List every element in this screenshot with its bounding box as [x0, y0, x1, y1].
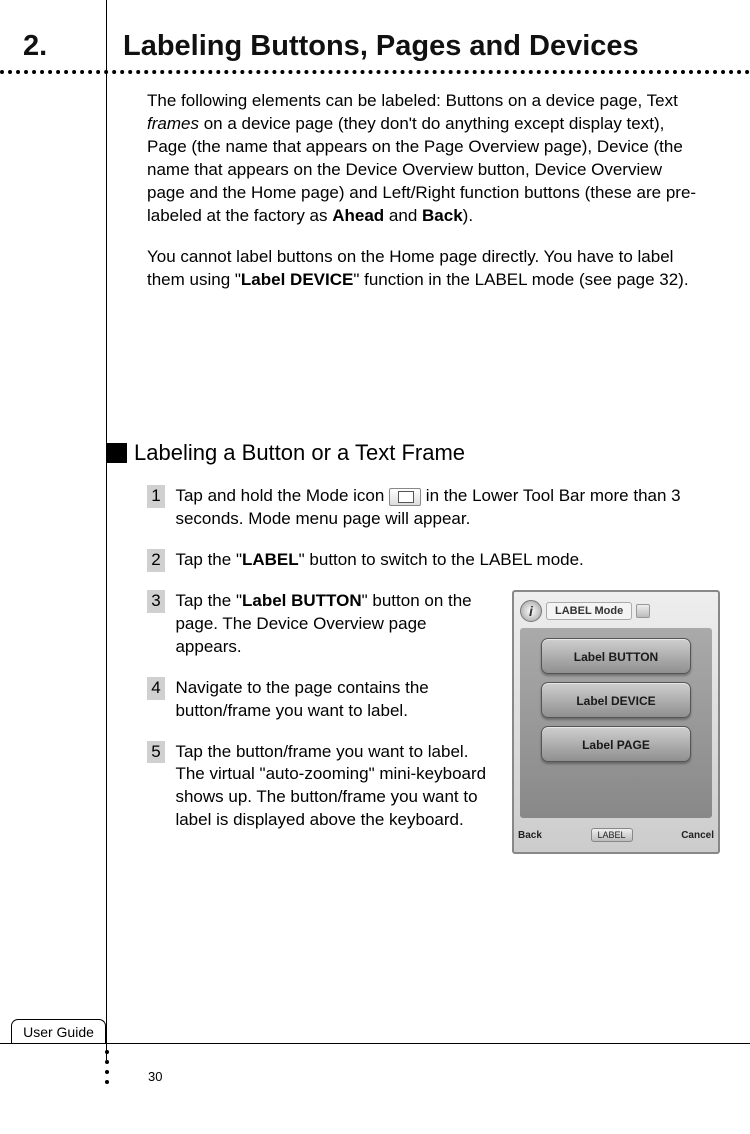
- screenshot-title-tab: LABEL Mode: [546, 602, 632, 620]
- intro-label-device-bold: Label DEVICE: [241, 270, 353, 289]
- step2-b: " button to switch to the LABEL mode.: [299, 550, 584, 569]
- intro-p1-a: The following elements can be labeled: B…: [147, 91, 678, 110]
- section-title: Labeling Buttons, Pages and Devices: [123, 30, 639, 63]
- label-device-btn[interactable]: Label DEVICE: [541, 682, 691, 718]
- label-mode-screenshot: i LABEL Mode Label BUTTON Label DEVICE L…: [512, 590, 720, 854]
- label-button-btn[interactable]: Label BUTTON: [541, 638, 691, 674]
- step-body: Tap the button/frame you want to label. …: [169, 741, 489, 833]
- subsection-title: Labeling a Button or a Text Frame: [134, 440, 465, 466]
- mode-icon: [389, 488, 421, 506]
- step-number: 1: [147, 485, 165, 508]
- step2-bold: LABEL: [242, 550, 299, 569]
- screenshot-bottom-bar: Back LABEL Cancel: [518, 822, 714, 848]
- close-icon: [636, 604, 650, 618]
- section-number: 2.: [23, 30, 47, 63]
- step-number: 2: [147, 549, 165, 572]
- info-icon: i: [520, 600, 542, 622]
- step3-a: Tap the ": [175, 591, 242, 610]
- intro-back-bold: Back: [422, 206, 463, 225]
- footer-tab: User Guide: [11, 1019, 106, 1044]
- intro-frames-italic: frames: [147, 114, 199, 133]
- step-body: Tap and hold the Mode icon in the Lower …: [169, 485, 689, 531]
- step2-a: Tap the ": [175, 550, 242, 569]
- back-label[interactable]: Back: [518, 830, 542, 841]
- step3-bold: Label BUTTON: [242, 591, 362, 610]
- intro-p1-c: and: [384, 206, 422, 225]
- vertical-dots: [105, 1050, 109, 1090]
- step-number: 4: [147, 677, 165, 700]
- intro-ahead-bold: Ahead: [332, 206, 384, 225]
- cancel-label[interactable]: Cancel: [681, 830, 714, 841]
- vertical-rule: [106, 0, 107, 1060]
- step-2: 2 Tap the "LABEL" button to switch to th…: [147, 549, 702, 572]
- intro-p2-b: " function in the LABEL mode (see page 3…: [353, 270, 688, 289]
- screenshot-titlebar: i LABEL Mode: [520, 598, 712, 624]
- step-number: 3: [147, 590, 165, 613]
- step-body: Tap the "Label BUTTON" button on the pag…: [169, 590, 489, 659]
- subsection-marker: [107, 443, 127, 463]
- screenshot-body: Label BUTTON Label DEVICE Label PAGE: [520, 628, 712, 818]
- step1-a: Tap and hold the Mode icon: [175, 486, 389, 505]
- step-number: 5: [147, 741, 165, 764]
- intro-text: The following elements can be labeled: B…: [147, 90, 702, 310]
- label-page-btn[interactable]: Label PAGE: [541, 726, 691, 762]
- dotted-divider: [0, 70, 750, 76]
- footer-rule: [0, 1043, 750, 1044]
- step-body: Tap the "LABEL" button to switch to the …: [169, 549, 689, 572]
- step-body: Navigate to the page contains the button…: [169, 677, 489, 723]
- step-1: 1 Tap and hold the Mode icon in the Lowe…: [147, 485, 702, 531]
- page-number: 30: [148, 1069, 162, 1084]
- intro-p1-d: ).: [463, 206, 473, 225]
- label-mode-btn[interactable]: LABEL: [591, 828, 633, 842]
